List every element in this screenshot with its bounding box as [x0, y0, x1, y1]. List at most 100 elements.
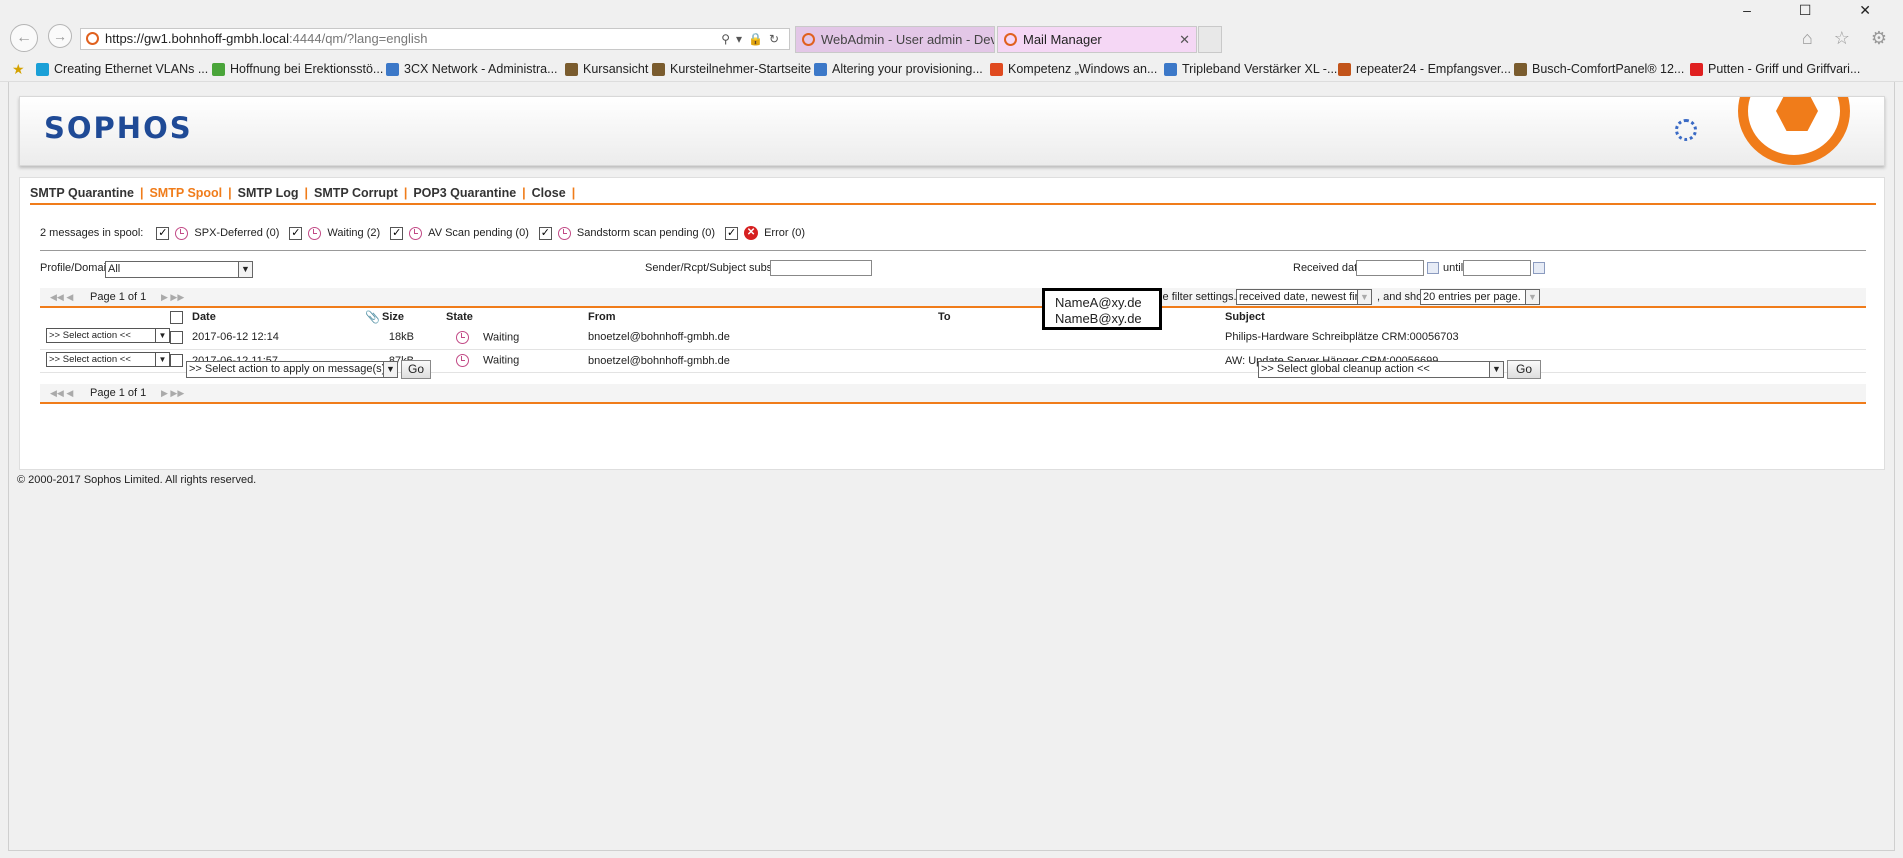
favorite-link[interactable]: Kursansicht [565, 58, 648, 80]
firefox-icon [1338, 63, 1351, 76]
tab-smtp-corrupt[interactable]: SMTP Corrupt [314, 186, 398, 200]
spool-filter-row: 2 messages in spool: ✓ SPX-Deferred (0) ✓ W… [40, 225, 805, 243]
row-action-cell: >> Select action << ▼ [40, 326, 170, 350]
next-last-page-icon[interactable]: ▶ ▶▶ [161, 288, 184, 306]
go-button[interactable]: Go [401, 360, 431, 379]
clock-icon [308, 226, 322, 240]
col-subject[interactable]: Subject [1225, 308, 1866, 326]
page-viewport: SOPHOS SMTP Quarantine | SMTP Spool | SMTP L… [8, 82, 1895, 851]
row-date: 2017-06-12 12:14 [192, 326, 382, 350]
url-path: :4444/qm/?lang=english [289, 31, 428, 46]
row-state: Waiting [483, 354, 520, 367]
favorite-link[interactable]: repeater24 - Empfangsver... [1338, 58, 1511, 80]
col-date[interactable]: Date [192, 311, 216, 323]
col-state[interactable]: State [446, 308, 588, 326]
favorite-link[interactable]: Tripleband Verstärker XL -... [1164, 58, 1337, 80]
sophos-favicon-icon [1004, 33, 1017, 46]
spool-filter-checkbox[interactable]: ✓ [725, 226, 739, 240]
favorite-link[interactable]: Creating Ethernet VLANs ... [36, 58, 208, 80]
profile-domain-select[interactable]: All ▼ [105, 261, 253, 278]
row-action-cell: >> Select action << ▼ [40, 349, 170, 373]
spool-filter: ✓ Sandstorm scan pending (0) [538, 225, 715, 241]
select-all-checkbox[interactable] [170, 310, 183, 324]
separator: | [228, 186, 232, 200]
received-until-input[interactable] [1463, 260, 1531, 276]
row-action-select[interactable]: >> Select action << ▼ [46, 351, 170, 367]
tab-pop3-quarantine[interactable]: POP3 Quarantine [413, 186, 516, 200]
tab-smtp-spool[interactable]: SMTP Spool [149, 186, 222, 200]
subnav: SMTP Quarantine | SMTP Spool | SMTP Log | SMTP… [30, 186, 581, 204]
favorite-link[interactable]: Kompetenz „Windows an... [990, 58, 1157, 80]
spool-filter-checkbox[interactable]: ✓ [289, 226, 303, 240]
tab-webadmin[interactable]: WebAdmin - User admin - Dev... [795, 26, 995, 53]
favorite-link[interactable]: 3CX Network - Administra... [386, 58, 558, 80]
new-tab-button[interactable] [1198, 26, 1222, 53]
favorite-label: Tripleband Verstärker XL -... [1182, 62, 1338, 76]
tab-label: WebAdmin - User admin - Dev... [821, 32, 995, 47]
loading-spinner-icon [1675, 119, 1697, 141]
calendar-icon[interactable] [1427, 262, 1439, 274]
forward-button[interactable]: → [48, 24, 72, 48]
message-action-select[interactable]: >> Select action to apply on message(s) … [186, 361, 398, 378]
global-go-button[interactable]: Go [1507, 360, 1541, 379]
separator: | [571, 186, 576, 200]
spool-filter-checkbox[interactable]: ✓ [390, 226, 404, 240]
substring-input[interactable] [770, 260, 872, 276]
first-prev-page-icon[interactable]: ◀◀ ◀ [50, 288, 73, 306]
url-host: https://gw1.bohnhoff-gmbh.local [105, 31, 290, 46]
sophos-brand-mark-icon [1738, 97, 1850, 165]
chevron-down-icon: ▼ [238, 262, 252, 277]
favorites-star-icon[interactable]: ★ [12, 58, 25, 80]
tab-close[interactable]: Close [532, 186, 566, 200]
3cx-icon [386, 63, 399, 76]
address-tools-icon[interactable]: ⚲▾🔒↻ [721, 29, 785, 49]
row-action-value: >> Select action << [49, 330, 131, 342]
window-controls[interactable]: – ☐ ✕ [1743, 2, 1893, 19]
row-checkbox[interactable] [170, 330, 183, 344]
spool-filter: ✓ AV Scan pending (0) [390, 225, 529, 241]
back-button[interactable]: ← [10, 24, 38, 52]
row-size: 18kB [382, 326, 446, 350]
next-last-page-icon[interactable]: ▶ ▶▶ [161, 384, 184, 402]
entries-value: 20 entries per page. [1423, 291, 1521, 303]
col-size[interactable]: Size [382, 308, 446, 326]
sophos-favicon-icon [802, 33, 815, 46]
address-bar[interactable]: https://gw1.bohnhoff-gmbh.local:4444/qm/… [80, 28, 790, 50]
favorite-link[interactable]: Kursteilnehmer-Startseite [652, 58, 811, 80]
page-indicator: Page 1 of 1 [90, 387, 147, 399]
spool-filter-checkbox[interactable]: ✓ [538, 226, 552, 240]
clock-icon [456, 354, 469, 367]
page-icon [1514, 63, 1527, 76]
favorite-link[interactable]: Hoffnung bei Erektionsstö... [212, 58, 383, 80]
windows-icon [990, 63, 1003, 76]
received-from-input[interactable] [1356, 260, 1424, 276]
page-icon [565, 63, 578, 76]
col-from[interactable]: From [588, 308, 938, 326]
sort-select[interactable]: received date, newest first ▼ [1236, 289, 1372, 305]
tab-mail-manager[interactable]: Mail Manager ✕ [997, 26, 1197, 53]
favorite-link[interactable]: Altering your provisioning... [814, 58, 983, 80]
tab-close-icon[interactable]: ✕ [1179, 27, 1190, 52]
chevron-down-icon: ▼ [1357, 290, 1371, 304]
entries-select[interactable]: 20 entries per page. ▼ [1420, 289, 1540, 305]
row-action-select[interactable]: >> Select action << ▼ [46, 328, 170, 344]
home-favorites-settings-icon[interactable]: ⌂ ☆ ⚙ [1802, 28, 1895, 49]
row-checkbox[interactable] [170, 354, 183, 367]
first-prev-page-icon[interactable]: ◀◀ ◀ [50, 384, 73, 402]
tab-smtp-log[interactable]: SMTP Log [238, 186, 299, 200]
cisco-icon [36, 63, 49, 76]
divider [40, 402, 1866, 404]
favorite-link[interactable]: Busch-ComfortPanel® 12... [1514, 58, 1684, 80]
row-action-value: >> Select action << [49, 353, 131, 365]
recipient: NameA@xy.de [1055, 295, 1142, 310]
table-row[interactable]: >> Select action << ▼ 2017-06-12 12:14 18kB… [40, 326, 1866, 350]
calendar-icon[interactable] [1533, 262, 1545, 274]
global-action-select[interactable]: >> Select global cleanup action << ▼ [1258, 361, 1504, 378]
spool-filter: ✓ SPX-Deferred (0) [156, 225, 279, 241]
favorite-link[interactable]: Putten - Griff und Griffvari... [1690, 58, 1860, 80]
sort-value: received date, newest first [1239, 291, 1367, 303]
divider [30, 203, 1876, 205]
tab-smtp-quarantine[interactable]: SMTP Quarantine [30, 186, 134, 200]
spool-filter-checkbox[interactable]: ✓ [156, 226, 170, 240]
row-state-cell: Waiting [446, 326, 588, 350]
